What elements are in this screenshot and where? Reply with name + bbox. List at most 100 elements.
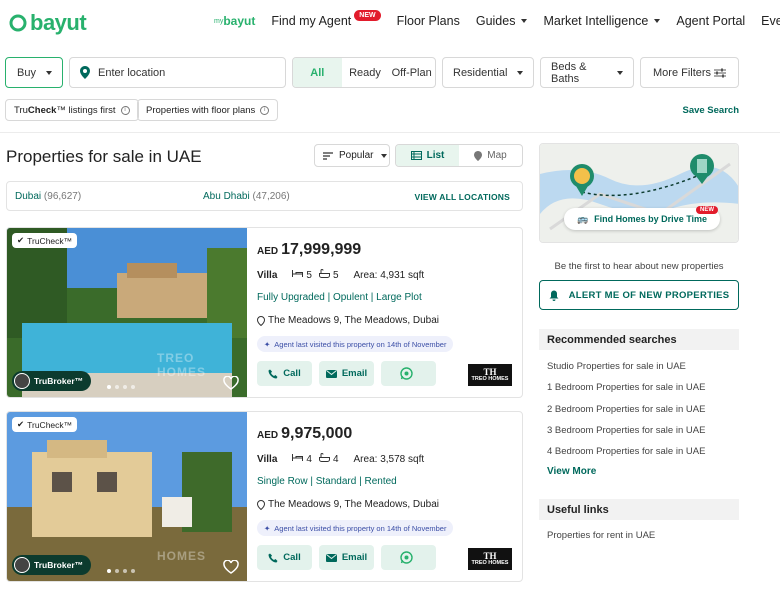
recommended-search-link[interactable]: 1 Bedroom Properties for sale in UAE	[547, 382, 705, 403]
email-button[interactable]: Email	[319, 361, 374, 386]
listing-headline[interactable]: Fully Upgraded | Opulent | Large Plot	[257, 292, 422, 303]
recommended-searches-list: Studio Properties for sale in UAE 1 Bedr…	[547, 361, 705, 467]
heart-icon[interactable]	[223, 376, 239, 390]
map-pin-icon	[474, 150, 483, 161]
floor-plans-label: Floor Plans	[396, 14, 460, 28]
category-value: Residential	[453, 66, 508, 79]
listing-card[interactable]: ✔ TruCheck™ HOMES TruBroker™ AED 9,975,000…	[6, 411, 523, 582]
email-icon	[325, 369, 337, 378]
bath-icon	[318, 453, 330, 465]
beds-baths-label: Beds & Baths	[551, 60, 587, 85]
phone-icon	[268, 553, 278, 562]
sparkle-icon: ✦	[264, 523, 271, 533]
category-select[interactable]: Residential	[442, 57, 534, 88]
listing-card[interactable]: ✔ TruCheck™ TREO HOMES TruBroker™ AED 17,9…	[6, 227, 523, 398]
completion-all[interactable]: All	[293, 58, 342, 87]
nav-floor-plans[interactable]: Floor Plans	[397, 14, 460, 28]
listing-info: AED 17,999,999 Villa 5 5 Area: 4,931 sqft…	[257, 228, 522, 397]
beds-baths-select[interactable]: Beds & Baths	[540, 57, 634, 88]
save-search-link[interactable]: Save Search	[682, 105, 739, 116]
location-pin-icon	[257, 499, 265, 510]
sort-select[interactable]: Popular	[314, 144, 390, 167]
email-button[interactable]: Email	[319, 545, 374, 570]
agency-logo[interactable]: TH TREO HOMES	[468, 548, 512, 570]
location-link-abu-dhabi[interactable]: Abu Dhabi (47,206)	[203, 191, 290, 202]
baths-count: 4	[332, 453, 339, 465]
agent-avatar	[14, 557, 30, 573]
location-input[interactable]: Enter location	[69, 57, 286, 88]
bayut-logo[interactable]: bayut	[8, 10, 87, 36]
area-label: Area:	[353, 453, 378, 465]
view-all-locations-link[interactable]: VIEW ALL LOCATIONS	[414, 192, 510, 202]
agency-name: TREO HOMES	[471, 375, 509, 382]
logo-text: bayut	[30, 10, 87, 35]
listing-headline[interactable]: Single Row | Standard | Rented	[257, 476, 397, 487]
view-more-link[interactable]: View More	[547, 466, 596, 477]
recommended-searches-title: Recommended searches	[539, 329, 739, 350]
agency-logo[interactable]: TH TREO HOMES	[468, 364, 512, 386]
bus-icon: 🚌	[576, 213, 589, 224]
nav-agent-portal[interactable]: Agent Portal	[676, 14, 745, 28]
trubroker-label: TruBroker™	[34, 376, 84, 386]
visited-text: Agent last visited this property on 14th…	[274, 523, 447, 533]
trubroker-label: TruBroker™	[34, 560, 84, 570]
mybayut-prefix: my	[214, 17, 224, 25]
recommended-search-link[interactable]: Studio Properties for sale in UAE	[547, 361, 705, 382]
recommended-search-link[interactable]: 2 Bedroom Properties for sale in UAE	[547, 404, 705, 425]
bath-icon	[318, 269, 330, 281]
completion-offplan[interactable]: Off-Plan	[388, 58, 435, 87]
useful-link[interactable]: Properties for rent in UAE	[547, 530, 655, 541]
new-badge: NEW	[696, 206, 718, 214]
truecheck-prefix: Tru	[14, 104, 28, 116]
photo-watermark: TREO HOMES	[157, 351, 207, 379]
price-value: 17,999,999	[281, 241, 362, 258]
events-label: Events	[761, 14, 780, 28]
recommended-search-link[interactable]: 3 Bedroom Properties for sale in UAE	[547, 425, 705, 446]
info-icon[interactable]: i	[260, 105, 270, 115]
whatsapp-button[interactable]	[381, 361, 436, 386]
heart-icon[interactable]	[223, 560, 239, 574]
alert-me-button[interactable]: ALERT ME OF NEW PROPERTIES	[539, 280, 739, 310]
location-counts-bar: Dubai (96,627) Abu Dhabi (47,206) VIEW A…	[6, 181, 523, 211]
chevron-down-icon	[381, 153, 388, 158]
alert-button-label: ALERT ME OF NEW PROPERTIES	[568, 289, 730, 301]
list-view-button[interactable]: List	[396, 145, 459, 166]
floor-plans-chip[interactable]: Properties with floor plans i	[137, 99, 279, 121]
map-view-button[interactable]: Map	[459, 145, 522, 166]
recommended-search-link[interactable]: 4 Bedroom Properties for sale in UAE	[547, 446, 705, 467]
currency: AED	[257, 430, 279, 441]
completion-ready[interactable]: Ready	[342, 58, 389, 87]
agent-visited-note: ✦ Agent last visited this property on 14t…	[257, 520, 454, 536]
nav-find-agent[interactable]: Find my Agent NEW	[271, 9, 381, 28]
listing-photo[interactable]: ✔ TruCheck™ TREO HOMES TruBroker™	[7, 228, 247, 397]
property-type: Villa	[257, 453, 278, 465]
truecheck-first-chip[interactable]: Tru Check ™ listings first i	[5, 99, 139, 121]
drive-time-map-card[interactable]: 🚌 Find Homes by Drive Time NEW	[539, 143, 739, 243]
guides-label: Guides	[475, 14, 516, 28]
chevron-down-icon	[654, 19, 661, 23]
filter-sliders-icon	[714, 68, 726, 77]
nav-market-intelligence[interactable]: Market Intelligence	[543, 14, 661, 28]
call-button[interactable]: Call	[257, 545, 312, 570]
call-button[interactable]: Call	[257, 361, 312, 386]
nav-events[interactable]: Events	[761, 14, 780, 28]
nav-guides[interactable]: Guides	[476, 14, 528, 28]
more-filters-button[interactable]: More Filters	[640, 57, 739, 88]
location-link-dubai[interactable]: Dubai (96,627)	[15, 191, 81, 202]
photo-watermark: HOMES	[157, 549, 207, 563]
purpose-select[interactable]: Buy	[5, 57, 63, 88]
listing-address: The Meadows 9, The Meadows, Dubai	[257, 315, 439, 326]
baths-count: 5	[332, 269, 339, 281]
bell-icon	[549, 290, 559, 301]
completion-toggle: All Ready Off-Plan	[292, 57, 436, 88]
info-icon[interactable]: i	[120, 105, 130, 115]
location-count: (47,206)	[252, 191, 290, 202]
nav-mybayut[interactable]: my bayut	[214, 14, 255, 28]
drive-time-button[interactable]: 🚌 Find Homes by Drive Time NEW	[564, 206, 720, 230]
listing-photo[interactable]: ✔ TruCheck™ HOMES TruBroker™	[7, 412, 247, 581]
market-label: Market Intelligence	[543, 14, 649, 28]
whatsapp-button[interactable]	[381, 545, 436, 570]
listing-address: The Meadows 9, The Meadows, Dubai	[257, 499, 439, 510]
email-label: Email	[341, 368, 368, 379]
phone-icon	[268, 369, 278, 378]
